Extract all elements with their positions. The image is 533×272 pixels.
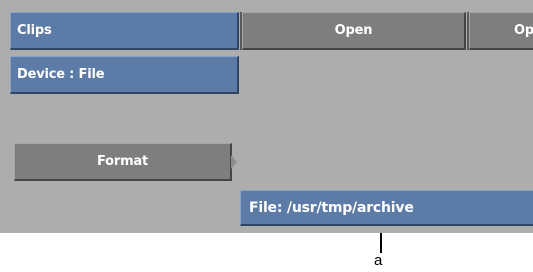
clips-button-label: Clips [17,23,52,38]
clip-panel: Clips Open Op Device : File Format File:… [0,0,533,233]
callout-line [380,233,382,253]
format-button-label: Format [96,154,149,169]
device-button-label: Device : File [17,67,105,82]
open-button[interactable]: Open [242,12,466,50]
file-path-text: File: /usr/tmp/archive [249,199,414,216]
clips-button[interactable]: Clips [10,12,239,50]
file-path-field[interactable]: File: /usr/tmp/archive [240,190,533,226]
submenu-arrow-icon [231,155,237,169]
callout-label: a [374,252,383,269]
device-button[interactable]: Device : File [10,56,239,94]
open-button-label: Open [334,23,373,38]
open-secondary-button-label: Op [514,23,533,38]
open-secondary-button[interactable]: Op [469,12,533,50]
format-button[interactable]: Format [14,143,232,181]
